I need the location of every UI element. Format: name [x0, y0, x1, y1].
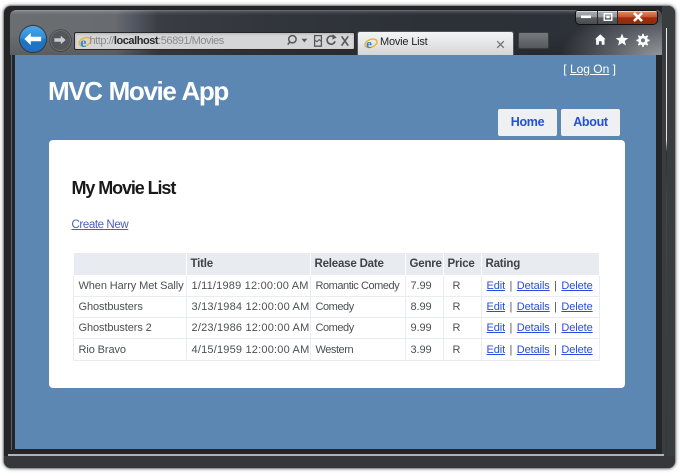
svg-text:e: e [80, 36, 86, 49]
svg-text:e: e [366, 37, 372, 50]
